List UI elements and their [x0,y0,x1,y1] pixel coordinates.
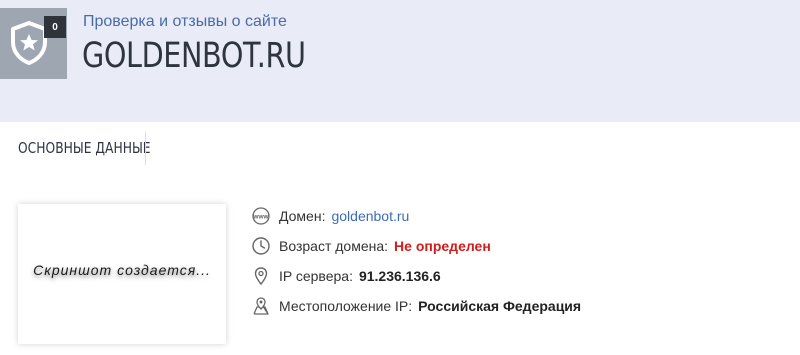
domain-link[interactable]: goldenbot.ru [331,208,409,224]
page-subtitle: Проверка и отзывы о сайте [83,13,287,30]
server-ip-value: 91.236.136.6 [358,268,441,284]
review-count-badge: 0 [44,16,66,38]
shield-star-icon [11,21,47,65]
ip-location-label: Местоположение IP: [279,298,413,314]
ip-location-value: Российская Федерация [418,298,582,314]
page-title: GOLDENBOT.RU [82,36,306,76]
clock-icon [252,237,270,255]
info-row-ip: IP сервера: 91.236.136.6 [251,265,441,287]
map-pin-icon [253,297,269,315]
tab-main-data[interactable]: ОСНОВНЫЕ ДАННЫЕ [18,139,151,157]
tab-divider [145,132,146,165]
server-ip-label: IP сервера: [279,268,353,284]
info-row-age: Возраст домена: Не определен [251,235,491,257]
www-icon: www [252,207,270,225]
screenshot-placeholder: Скриншот создается... [33,262,211,278]
info-row-location: Местоположение IP: Российская Федерация [251,295,581,317]
domain-label: Домен: [279,208,326,224]
domain-age-label: Возраст домена: [279,238,389,254]
site-header: 0 Проверка и отзывы о сайте GOLDENBOT.RU [0,0,800,122]
site-screenshot: Скриншот создается... [18,204,226,344]
pin-icon [254,267,268,286]
svg-text:www: www [252,214,269,221]
shield-badge: 0 [0,8,67,79]
domain-age-value: Не определен [394,238,491,254]
main-content: Скриншот создается... www Домен: goldenb… [0,176,800,355]
info-row-domain: www Домен: goldenbot.ru [251,205,409,227]
tab-bar: ОСНОВНЫЕ ДАННЫЕ [0,122,800,176]
